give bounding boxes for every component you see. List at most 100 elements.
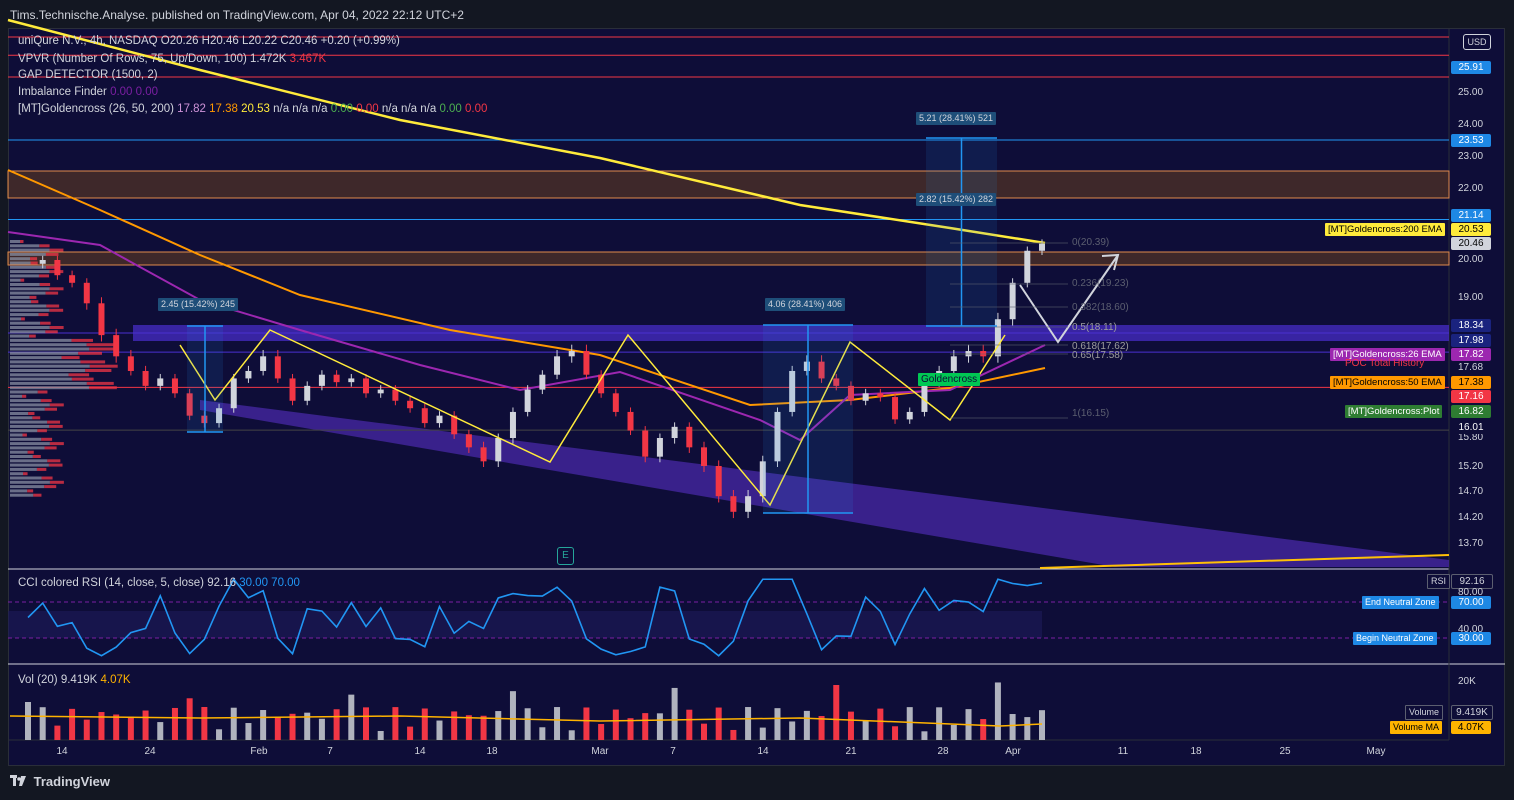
candle-body: [701, 447, 707, 466]
vol-v1: 9.419K: [60, 674, 98, 686]
vpvr-bar-up: [10, 463, 49, 467]
candle-body: [54, 260, 61, 276]
candle-body: [1039, 243, 1045, 251]
volume-legend[interactable]: Vol (20) 9.419K 4.07K: [18, 674, 131, 686]
candle-body: [671, 426, 678, 438]
currency-button[interactable]: USD: [1463, 34, 1491, 50]
vpvr-bar-up: [10, 459, 48, 463]
vol-label: Vol (20): [18, 674, 58, 686]
vpvr-bar-down: [86, 381, 114, 385]
candle-body: [274, 356, 281, 379]
fib-label: 1(16.15): [1072, 408, 1110, 419]
vpvr-bar-down: [37, 390, 48, 394]
volume-bar: [113, 714, 120, 740]
vpvr-bar-up: [10, 433, 23, 437]
vpvr-bar-down: [20, 278, 25, 282]
vpvr-bar-down: [21, 317, 25, 321]
candle-body: [539, 374, 546, 390]
x-axis-label: Feb: [250, 746, 268, 757]
price-tag: 16.82: [1451, 405, 1491, 418]
rsi-legend[interactable]: CCI colored RSI (14, close, 5, close) 92…: [18, 577, 300, 589]
vpvr-bar-up: [10, 274, 39, 278]
vpvr-bar-up: [10, 291, 46, 295]
vpvr-bar-up: [10, 257, 31, 261]
gc-ema50: 17.38: [209, 103, 238, 115]
candle-body: [509, 411, 516, 438]
vpvr-bar-down: [85, 369, 112, 372]
chart-canvas[interactable]: [0, 0, 1514, 800]
gc-v7: 0.00: [465, 103, 488, 115]
vpvr-bar-up: [10, 416, 33, 420]
vpvr-up: 1.472K: [250, 53, 287, 65]
candle-body: [113, 335, 120, 357]
symbol-legend[interactable]: uniQure N.V., 4h, NASDAQ O20.26 H20.46 L…: [18, 35, 400, 47]
candle-body: [892, 397, 899, 420]
vpvr-bar-up: [10, 338, 72, 342]
volume-bar: [554, 707, 561, 740]
candle-body: [686, 426, 693, 448]
fib-label: 0.65(17.58): [1072, 350, 1124, 361]
vpvr-bar-up: [10, 317, 22, 321]
vol-v2: 4.07K: [100, 674, 131, 686]
gap-legend[interactable]: GAP DETECTOR (1500, 2): [18, 69, 158, 81]
x-axis-label: Mar: [591, 746, 609, 757]
vpvr-bar-up: [10, 313, 39, 317]
gc-na: n/a n/a n/a: [273, 103, 328, 115]
volume-bar: [348, 694, 355, 740]
vpvr-bar-down: [89, 364, 118, 368]
vpvr-bar-up: [10, 321, 41, 325]
vpvr-bar-down: [33, 493, 42, 497]
candle-body: [862, 393, 869, 401]
volume-bar: [230, 707, 237, 740]
vpvr-bar-down: [30, 300, 39, 304]
volume-bar: [245, 723, 252, 740]
candle-body: [642, 430, 649, 457]
price-axis-label: 17.68: [1458, 362, 1484, 373]
begin-zone-value: 30.00: [1451, 632, 1491, 645]
volume-bar: [407, 726, 414, 740]
price-tag: 25.91: [1451, 61, 1491, 74]
vpvr-bar-up: [10, 407, 45, 411]
price-tag: 17.82: [1451, 348, 1491, 361]
x-axis-label: 21: [845, 746, 857, 757]
x-axis-label: 7: [670, 746, 676, 757]
volume-bar: [892, 726, 899, 740]
vpvr-bar-up: [10, 399, 41, 403]
volume-bar: [921, 731, 928, 740]
volume-bar: [509, 691, 516, 740]
x-axis-label: 25: [1279, 746, 1291, 757]
price-tag: 20.53: [1451, 223, 1491, 236]
vpvr-bar-up: [10, 412, 29, 415]
volume-bar: [994, 682, 1001, 740]
begin-zone-tag: Begin Neutral Zone: [1353, 632, 1437, 645]
vpvr-bar-up: [10, 248, 50, 252]
vpvr-bar-up: [10, 390, 38, 394]
candle-body: [98, 303, 105, 336]
candle-body: [127, 356, 134, 371]
x-axis-label: 14: [56, 746, 68, 757]
vpvr-bar-down: [45, 330, 58, 334]
vpvr-bar-up: [10, 446, 45, 450]
vpvr-bar-down: [32, 416, 41, 420]
candle-body: [612, 393, 619, 412]
price-axis-label: 20.00: [1458, 254, 1484, 265]
volume-bar: [656, 713, 663, 740]
vpvr-bar-up: [10, 356, 62, 360]
goldencross-marker[interactable]: Goldencross: [918, 373, 981, 386]
volume-bar: [598, 723, 605, 740]
vpvr-bar-up: [10, 270, 50, 274]
x-axis-label: 24: [144, 746, 156, 757]
vpvr-bar-down: [37, 429, 47, 433]
footer-brand-text: TradingView: [33, 774, 110, 789]
imbalance-legend[interactable]: Imbalance Finder 0.00 0.00: [18, 86, 158, 98]
vpvr-legend[interactable]: VPVR (Number Of Rows, 75, Up/Down, 100) …: [18, 53, 326, 65]
rsi-v1: 92.16: [207, 577, 236, 589]
footer-brand[interactable]: TradingView: [10, 774, 110, 789]
goldencross-legend[interactable]: [MT]Goldencross (26, 50, 200) 17.82 17.3…: [18, 103, 487, 115]
earnings-letter: E: [562, 550, 569, 561]
earnings-marker[interactable]: E: [557, 547, 574, 565]
candle-body: [377, 389, 384, 394]
vpvr-bar-down: [45, 291, 59, 295]
measure-label-4: 2.82 (15.42%) 282: [916, 193, 997, 206]
volume-bar: [803, 710, 810, 740]
